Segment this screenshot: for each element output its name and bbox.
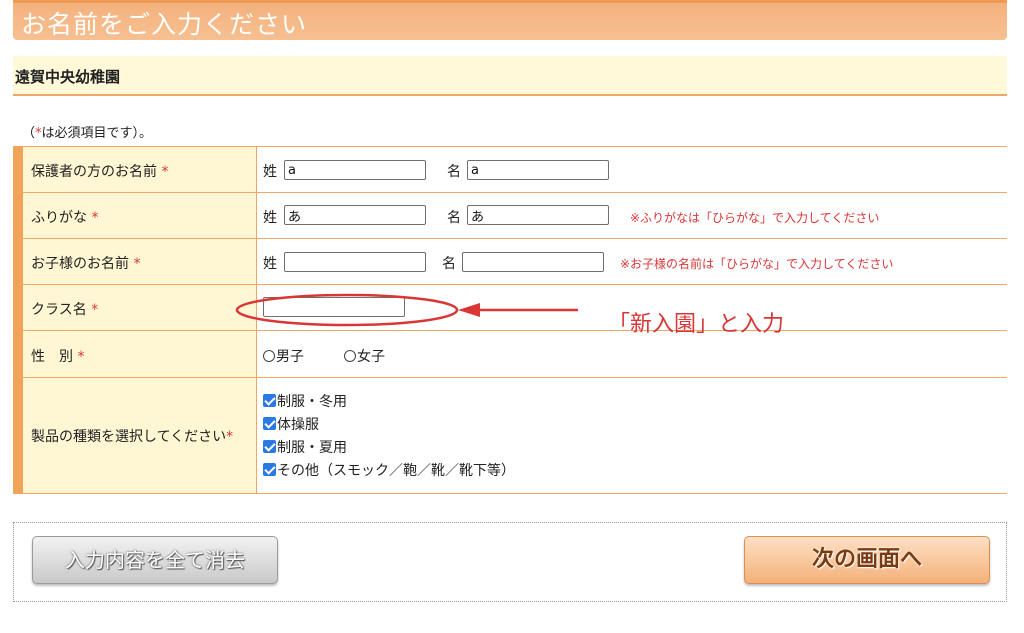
row-gender: 性 別 * 男子 女子 (13, 331, 1007, 378)
child-first-name-label: 名 (442, 256, 456, 272)
furigana-label-text: ふりがな (31, 210, 87, 226)
row-label-cell: 製品の種類を選択してください* (13, 378, 257, 493)
class-name-label-text: クラス名 (31, 302, 87, 318)
child-last-name-label: 姓 (263, 256, 277, 272)
row-child-name: お子様のお名前 * 姓 名 ※お子様の名前は「ひらがな」で入力してください (13, 239, 1007, 285)
required-star: * (91, 302, 99, 318)
child-first-name-input[interactable] (462, 252, 604, 272)
row-label-cell: 性 別 * (13, 331, 257, 377)
product-option-label: 体操服 (277, 417, 319, 433)
entry-form: 保護者の方のお名前 * 姓 名 ふりがな * 姓 名 ※ふりがなは「ひらがな」で… (13, 146, 1007, 494)
guardian-last-name-label: 姓 (263, 164, 277, 180)
product-option-winter-uniform[interactable]: 制服・冬用 (263, 391, 347, 411)
page-title: お名前をご入力ください (21, 10, 308, 39)
radio-male[interactable] (263, 350, 275, 362)
required-star: * (226, 429, 234, 445)
guardian-last-name-input[interactable] (284, 160, 426, 180)
furigana-hint: ※ふりがなは「ひらがな」で入力してください (630, 211, 880, 225)
checkbox-checked[interactable] (263, 440, 276, 453)
gender-female-label: 女子 (357, 349, 385, 365)
required-note-prefix: （ (22, 126, 36, 141)
child-name-label-text: お子様のお名前 (31, 256, 129, 272)
checkbox-checked[interactable] (263, 394, 276, 407)
checkbox-checked[interactable] (263, 417, 276, 430)
row-products: 製品の種類を選択してください* 制服・冬用 体操服 制服・夏用 その他（スモック… (13, 378, 1007, 494)
row-value-cell: 姓 名 (257, 147, 1007, 192)
product-option-other[interactable]: その他（スモック／鞄／靴／靴下等） (263, 460, 515, 480)
required-note: （*は必須項目です）。 (22, 122, 152, 141)
checkbox-checked[interactable] (263, 463, 276, 476)
next-screen-button[interactable]: 次の画面へ (744, 536, 990, 584)
row-label-cell: クラス名 * (13, 285, 257, 330)
furigana-first-name-input[interactable] (467, 205, 609, 225)
furigana-last-name-input[interactable] (284, 205, 426, 225)
gender-option-female[interactable]: 女子 (344, 346, 385, 366)
furigana-first-name-label: 名 (447, 210, 461, 226)
products-label-text: 製品の種類を選択してください (31, 429, 227, 445)
gender-label: 性 別 * (31, 346, 84, 366)
row-value-cell: 姓 名 ※ふりがなは「ひらがな」で入力してください (257, 193, 1007, 238)
required-star: * (133, 256, 141, 272)
child-name-hint: ※お子様の名前は「ひらがな」で入力してください (620, 257, 894, 271)
annotation-text: 「新入園」と入力 (608, 312, 785, 337)
product-option-summer-uniform[interactable]: 制服・夏用 (263, 437, 347, 457)
gender-option-male[interactable]: 男子 (263, 346, 304, 366)
required-star: * (161, 164, 169, 180)
gender-male-label: 男子 (276, 349, 304, 365)
row-label-cell: ふりがな * (13, 193, 257, 238)
child-name-label: お子様のお名前 * (31, 253, 140, 273)
guardian-name-label: 保護者の方のお名前 * (31, 161, 168, 181)
gender-label-text: 性 別 (31, 349, 73, 365)
row-value-cell: 制服・冬用 体操服 制服・夏用 その他（スモック／鞄／靴／靴下等） (257, 378, 1007, 493)
guardian-name-label-text: 保護者の方のお名前 (31, 164, 157, 180)
row-label-cell: 保護者の方のお名前 * (13, 147, 257, 192)
page-header: お名前をご入力ください (13, 0, 1007, 40)
clear-all-button[interactable]: 入力内容を全て消去 (32, 536, 278, 584)
row-furigana: ふりがな * 姓 名 ※ふりがなは「ひらがな」で入力してください (13, 193, 1007, 239)
product-option-label: その他（スモック／鞄／靴／靴下等） (277, 463, 515, 479)
row-guardian-name: 保護者の方のお名前 * 姓 名 (13, 146, 1007, 193)
furigana-label: ふりがな * (31, 207, 98, 227)
furigana-last-name-label: 姓 (263, 210, 277, 226)
annotation-ellipse (235, 293, 459, 327)
guardian-first-name-label: 名 (447, 164, 461, 180)
radio-female[interactable] (344, 350, 356, 362)
required-star: * (77, 349, 85, 365)
required-note-suffix: は必須項目です）。 (41, 126, 153, 141)
school-bar: 遠賀中央幼稚園 (13, 56, 1007, 96)
row-value-cell: 姓 名 ※お子様の名前は「ひらがな」で入力してください (257, 239, 1007, 284)
child-last-name-input[interactable] (284, 252, 426, 272)
class-name-label: クラス名 * (31, 299, 98, 319)
required-star: * (91, 210, 99, 226)
guardian-first-name-input[interactable] (467, 160, 609, 180)
row-label-cell: お子様のお名前 * (13, 239, 257, 284)
product-option-gym-clothes[interactable]: 体操服 (263, 414, 319, 434)
school-name: 遠賀中央幼稚園 (15, 68, 121, 86)
product-option-label: 制服・夏用 (277, 440, 347, 456)
annotation-arrow-icon (458, 303, 578, 317)
button-area: 入力内容を全て消去 次の画面へ (13, 522, 1007, 602)
product-option-label: 制服・冬用 (277, 394, 347, 410)
products-label: 製品の種類を選択してください* (31, 426, 233, 446)
